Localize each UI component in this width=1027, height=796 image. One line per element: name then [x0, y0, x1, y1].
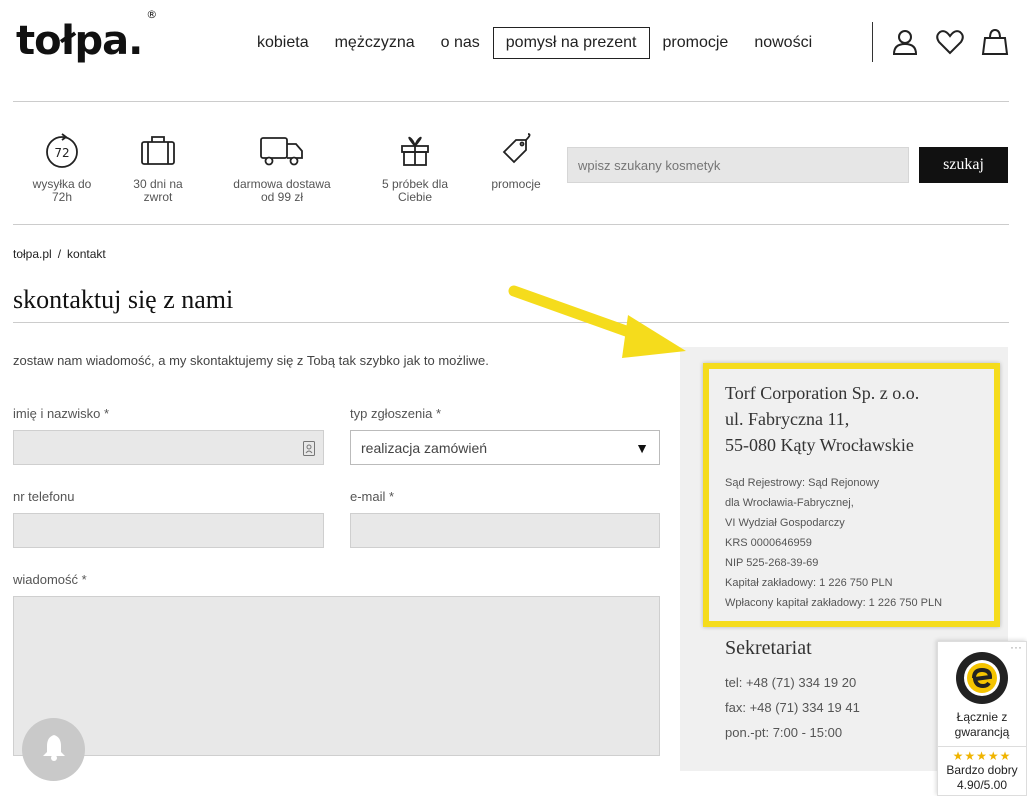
feature-label-line1: 30 dni na	[133, 177, 183, 191]
feature-label-line1: wysyłka do	[32, 177, 92, 191]
svg-text:72: 72	[54, 146, 69, 160]
nav-item-mezczyzna[interactable]: mężczyzna	[322, 27, 428, 59]
feature-label-line1: 5 próbek dla	[381, 177, 449, 191]
request-type-value: realizacja zamówień	[361, 439, 488, 456]
guarantee-line1: Łącznie z	[956, 710, 1008, 724]
rating-stars: ★★★★★	[938, 746, 1026, 763]
feature-promotions[interactable]: promocje	[484, 132, 548, 191]
company-registration: Sąd Rejestrowy: Sąd Rejonowy dla Wrocław…	[725, 473, 942, 613]
phone-field[interactable]	[13, 513, 324, 548]
feature-label-line2: 72h	[51, 190, 73, 204]
registration-line: NIP 525-268-39-69	[725, 557, 819, 569]
feature-free-delivery[interactable]: darmowa dostawa od 99 zł	[224, 132, 340, 204]
contact-card-icon	[303, 441, 315, 461]
registration-line: Wpłacony kapitał zakładowy: 1 226 750 PL…	[725, 597, 943, 609]
request-type-select[interactable]: realizacja zamówień ▼	[350, 430, 660, 465]
page-title: skontaktuj się z nami	[13, 285, 234, 314]
secretariat-hours: pon.-pt: 7:00 - 15:00	[725, 725, 843, 740]
registration-line: KRS 0000646959	[725, 537, 812, 549]
form-intro-text: zostaw nam wiadomość, a my skontaktujemy…	[13, 353, 489, 368]
bell-icon	[39, 732, 69, 767]
feature-label-line2: zwrot	[143, 190, 173, 204]
heart-icon[interactable]	[935, 27, 965, 57]
breadcrumb-home[interactable]: tołpa.pl	[13, 247, 52, 261]
search-button[interactable]: szukaj	[919, 147, 1008, 183]
user-icon[interactable]	[890, 27, 920, 57]
company-name: Torf Corporation Sp. z o.o.	[725, 383, 920, 403]
registration-line: dla Wrocławia-Fabrycznej,	[725, 497, 854, 509]
feature-samples[interactable]: 5 próbek dla Ciebie	[374, 132, 456, 204]
notification-bell-button[interactable]	[22, 718, 85, 781]
registration-line: Sąd Rejestrowy: Sąd Rejonowy	[725, 477, 880, 489]
company-street: ul. Fabryczna 11,	[725, 409, 850, 429]
feature-label-line1: darmowa dostawa	[233, 177, 331, 191]
secretariat-title: Sekretariat	[725, 637, 812, 659]
logo-text: tołpa.	[16, 18, 143, 64]
registered-mark: ®	[146, 7, 157, 21]
trusted-shops-widget[interactable]: ··· Łącznie z gwarancją ★★★★★ Bardzo dob…	[937, 640, 1027, 796]
message-field[interactable]	[13, 596, 660, 756]
rating-label: Bardzo dobry	[946, 763, 1018, 777]
nav-item-pomysl-na-prezent[interactable]: pomysł na prezent	[492, 27, 650, 59]
guarantee-line2: gwarancją	[954, 725, 1010, 739]
breadcrumb: tołpa.pl / kontakt	[13, 247, 106, 261]
message-label: wiadomość *	[13, 572, 87, 587]
feature-shipping[interactable]: 72 wysyłka do 72h	[28, 132, 96, 204]
header-icons	[890, 27, 1010, 57]
phone-label: nr telefonu	[13, 489, 75, 504]
secretariat-phone[interactable]: tel: +48 (71) 334 19 20	[725, 670, 860, 695]
nav-item-promocje[interactable]: promocje	[650, 27, 742, 59]
feature-returns[interactable]: 30 dni na zwrot	[122, 132, 194, 204]
registration-line: Kapitał zakładowy: 1 226 750 PLN	[725, 577, 893, 589]
email-field[interactable]	[350, 513, 660, 548]
trusted-shops-seal-icon	[954, 650, 1010, 706]
nav-item-kobieta[interactable]: kobieta	[244, 27, 322, 59]
rating-value: 4.90/5.00	[956, 778, 1008, 792]
shopping-bag-icon[interactable]	[980, 27, 1010, 57]
secretariat-info: tel: +48 (71) 334 19 20 fax: +48 (71) 33…	[725, 670, 860, 745]
request-type-label: typ zgłoszenia *	[350, 406, 442, 421]
search-input[interactable]	[567, 147, 909, 183]
guarantee-text: Łącznie z gwarancją	[938, 710, 1026, 740]
dropdown-arrow-icon: ▼	[635, 439, 649, 456]
logo[interactable]: tołpa.®	[16, 8, 157, 64]
nav-item-nowosci[interactable]: nowości	[741, 27, 825, 59]
breadcrumb-separator: /	[57, 247, 62, 261]
registration-line: VI Wydział Gospodarczy	[725, 517, 845, 529]
company-city: 55-080 Kąty Wrocławskie	[725, 435, 914, 455]
nav-item-o-nas[interactable]: o nas	[428, 27, 493, 59]
tag-icon	[496, 132, 536, 170]
gift-icon	[395, 132, 435, 170]
company-address: Torf Corporation Sp. z o.o. ul. Fabryczn…	[725, 380, 919, 458]
truck-icon	[259, 132, 305, 170]
feature-label-line2: od 99 zł	[260, 190, 304, 204]
suitcase-icon	[138, 132, 178, 170]
header-divider	[872, 22, 873, 62]
feature-label-line1: promocje	[491, 177, 541, 191]
feature-label-line2: Ciebie	[397, 190, 433, 204]
72h-clock-icon: 72	[42, 132, 82, 170]
name-label: imię i nazwisko *	[13, 406, 110, 421]
annotation-arrow-icon	[508, 285, 686, 358]
email-label: e-mail *	[350, 489, 395, 504]
secretariat-fax: fax: +48 (71) 334 19 41	[725, 700, 860, 715]
more-options-icon[interactable]: ···	[1010, 640, 1022, 654]
name-field[interactable]	[13, 430, 324, 465]
features-divider-line	[13, 224, 1009, 225]
header-divider-line	[13, 101, 1009, 102]
breadcrumb-current: kontakt	[67, 247, 106, 261]
main-nav: kobieta mężczyzna o nas pomysł na prezen…	[244, 27, 825, 59]
